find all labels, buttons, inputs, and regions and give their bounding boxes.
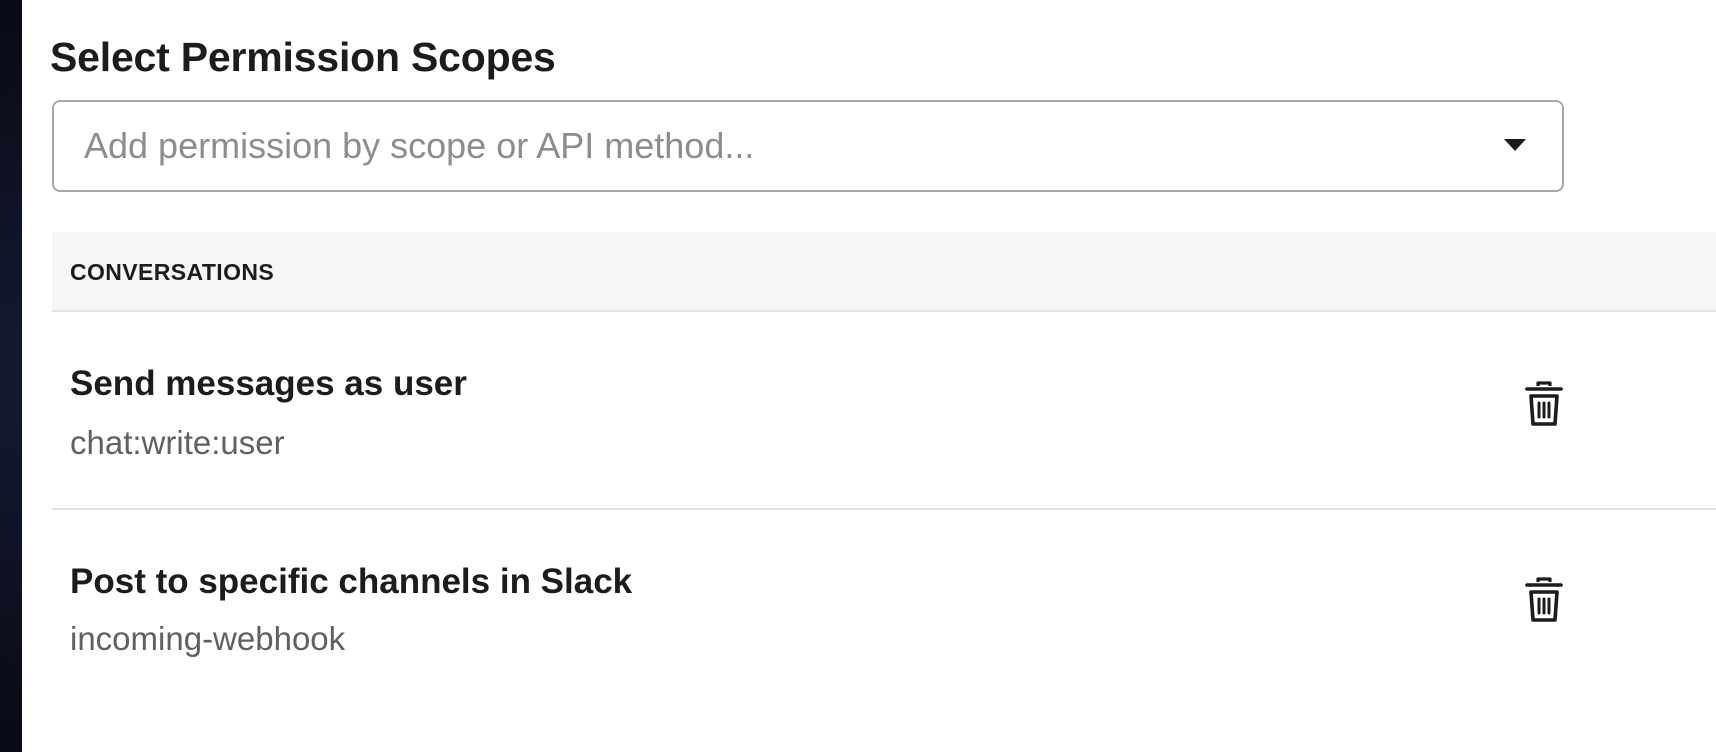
scope-identifier: chat:write:user bbox=[70, 424, 285, 461]
permission-scopes-panel: Select Permission Scopes Add permission … bbox=[22, 0, 1716, 752]
delete-scope-button[interactable] bbox=[1524, 576, 1564, 624]
section-header-label: CONVERSATIONS bbox=[70, 259, 275, 285]
scope-row: Post to specific channels in Slack incom… bbox=[52, 510, 1716, 752]
trash-icon bbox=[1525, 381, 1563, 426]
scope-name: Post to specific channels in Slack bbox=[70, 562, 633, 601]
trash-icon bbox=[1525, 577, 1563, 622]
scope-identifier: incoming-webhook bbox=[70, 620, 346, 657]
section-header-conversations: CONVERSATIONS bbox=[52, 232, 1716, 312]
scope-row: Send messages as user chat:write:user bbox=[52, 312, 1716, 510]
scope-name: Send messages as user bbox=[70, 364, 467, 403]
caret-down-icon[interactable] bbox=[1504, 139, 1526, 151]
scope-select-placeholder: Add permission by scope or API method... bbox=[84, 125, 755, 166]
scope-select-dropdown[interactable]: Add permission by scope or API method... bbox=[52, 100, 1564, 192]
page-title: Select Permission Scopes bbox=[50, 34, 556, 80]
delete-scope-button[interactable] bbox=[1524, 380, 1564, 428]
